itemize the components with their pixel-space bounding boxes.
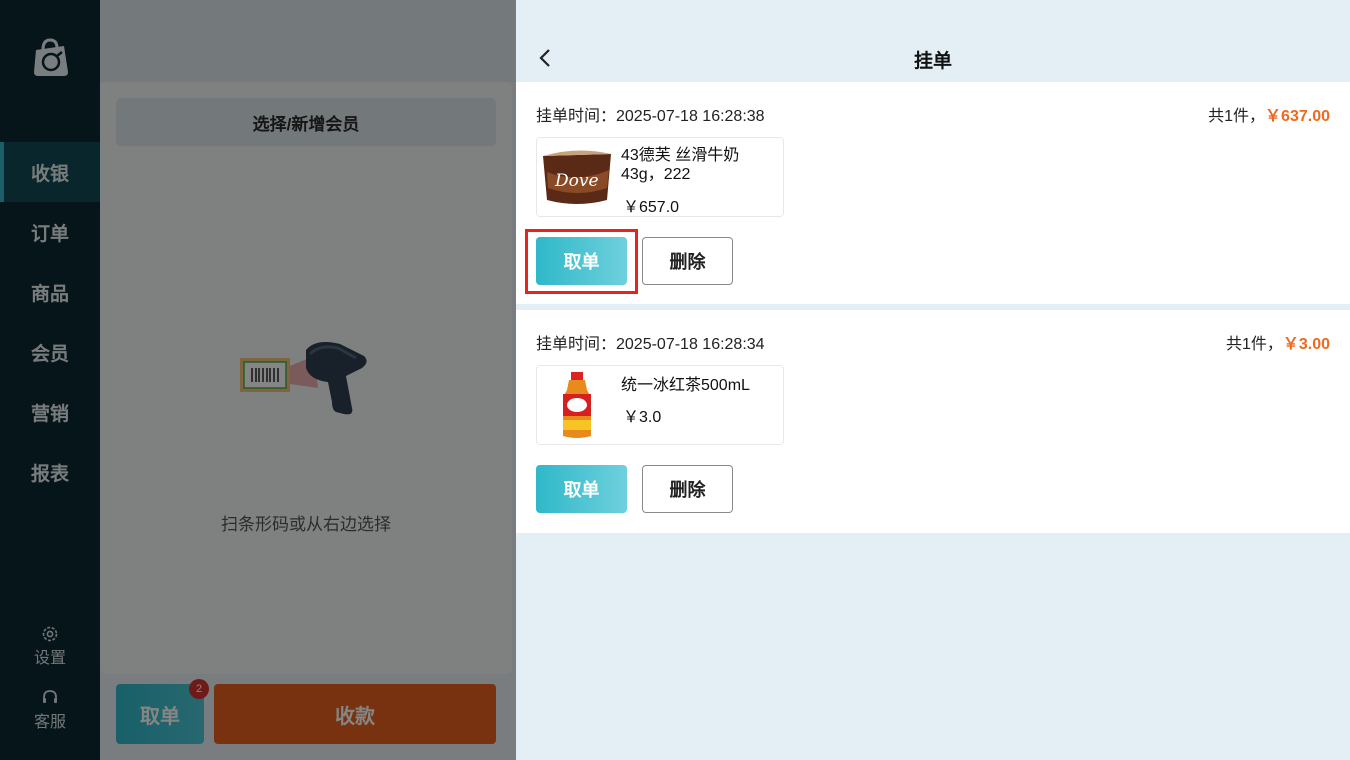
held-order-count: 共1件， xyxy=(1208,108,1266,125)
highlight-box xyxy=(525,229,638,294)
held-order-time: 挂单时间：2025-07-18 16:28:38 xyxy=(536,108,765,125)
product-item: Dove 43德芙 丝滑牛奶43g，222 ￥657.0 xyxy=(536,137,784,217)
delete-order-button[interactable]: 删除 xyxy=(642,237,733,285)
take-order-button[interactable]: 取单 xyxy=(536,465,627,513)
drawer-header: 挂单 xyxy=(516,0,1350,82)
held-order-summary: 共1件，￥637.00 xyxy=(1208,102,1330,126)
held-order-card: 挂单时间：2025-07-18 16:28:34 共1件，￥3.00 统一冰红茶… xyxy=(516,310,1350,533)
modal-overlay[interactable] xyxy=(0,0,516,760)
product-name: 统一冰红茶500mL xyxy=(621,377,750,394)
delete-order-button[interactable]: 删除 xyxy=(642,465,733,513)
held-order-count: 共1件， xyxy=(1225,336,1283,353)
svg-text:Dove: Dove xyxy=(554,171,599,191)
product-name: 43德芙 丝滑牛奶43g，222 xyxy=(621,147,740,183)
product-price: ￥3.0 xyxy=(623,409,662,426)
product-item: 统一冰红茶500mL ￥3.0 xyxy=(536,365,784,445)
product-image: Dove xyxy=(543,150,611,204)
held-order-summary: 共1件，￥3.00 xyxy=(1226,330,1330,354)
product-image xyxy=(563,372,591,438)
held-orders-drawer: 挂单 挂单时间：2025-07-18 16:28:38 共1件，￥637.00 … xyxy=(516,0,1350,760)
product-price: ￥657.0 xyxy=(623,199,680,216)
held-order-card: 挂单时间：2025-07-18 16:28:38 共1件，￥637.00 Dov… xyxy=(516,82,1350,304)
held-order-total: ￥637.00 xyxy=(1265,108,1330,125)
held-order-total: ￥3.00 xyxy=(1282,336,1330,353)
drawer-title: 挂单 xyxy=(913,51,952,72)
held-order-time: 挂单时间：2025-07-18 16:28:34 xyxy=(536,336,765,353)
